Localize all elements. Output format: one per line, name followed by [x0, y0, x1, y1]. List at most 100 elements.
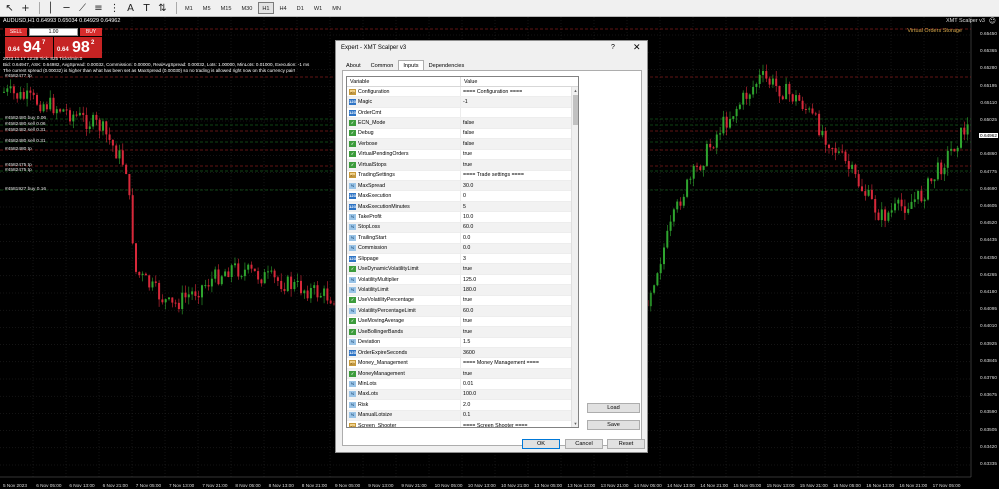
input-row[interactable]: ab Screen_Shooter ==== Screen Shooter ====	[347, 421, 578, 427]
input-value-cell[interactable]: ==== Screen Shooter ====	[461, 423, 528, 427]
buy-button[interactable]: BUY	[80, 28, 102, 36]
input-value-cell[interactable]: 180.0	[461, 287, 476, 293]
column-header-value[interactable]: Value	[461, 77, 477, 86]
sell-price-box[interactable]: 0.64 94 7	[5, 37, 53, 58]
input-value-cell[interactable]: 125.0	[461, 277, 476, 283]
timeframe-m5[interactable]: M5	[199, 2, 215, 14]
input-row[interactable]: 123 Magic -1	[347, 97, 578, 108]
input-value-cell[interactable]: 5	[461, 204, 466, 210]
cursor-arrow-icon[interactable]: ↖	[3, 2, 16, 15]
input-value-cell[interactable]: 60.0	[461, 224, 473, 230]
input-value-cell[interactable]: 0.0	[461, 235, 470, 241]
input-value-cell[interactable]: false	[461, 130, 474, 136]
input-value-cell[interactable]: 0.01	[461, 381, 473, 387]
input-row[interactable]: ✓ UseMovingAverage true	[347, 316, 578, 328]
input-value-cell[interactable]: 60.0	[461, 308, 473, 314]
arrows-tool-icon[interactable]: ⇅	[156, 2, 169, 15]
input-row[interactable]: ✓ UseVolatilityPercentage true	[347, 295, 578, 307]
scroll-down-icon[interactable]: ▼	[572, 420, 578, 427]
input-value-cell[interactable]: true	[461, 162, 472, 168]
input-value-cell[interactable]: true	[461, 318, 472, 324]
input-row[interactable]: ½ Commission 0.0	[347, 243, 578, 254]
ok-button[interactable]: OK	[522, 439, 560, 449]
input-value-cell[interactable]: false	[461, 141, 474, 147]
channel-icon[interactable]: ≡	[92, 2, 105, 15]
input-row[interactable]: ½ VolatilityMultiplier 125.0	[347, 274, 578, 286]
input-value-cell[interactable]: 3600	[461, 350, 475, 356]
label-tool-icon[interactable]: T	[140, 2, 153, 15]
input-row[interactable]: ab Configuration ==== Configuration ====	[347, 87, 578, 98]
input-value-cell[interactable]: true	[461, 297, 472, 303]
crosshair-icon[interactable]: +	[19, 2, 32, 15]
timeframe-d1[interactable]: D1	[293, 2, 308, 14]
input-row[interactable]: ½ StopLoss 60.0	[347, 222, 578, 234]
input-row[interactable]: ✓ VirtualStops true	[347, 160, 578, 171]
horizontal-line-icon[interactable]: ─	[60, 2, 73, 15]
input-value-cell[interactable]: true	[461, 371, 472, 377]
timeframe-h1[interactable]: H1	[258, 2, 274, 14]
tab-common[interactable]: Common	[366, 60, 399, 70]
input-row[interactable]: ½ MaxLots 100.0	[347, 389, 578, 401]
input-row[interactable]: 123 MaxExecutionMinutes 5	[347, 201, 578, 213]
input-row[interactable]: ✓ ECN_Mode false	[347, 118, 578, 129]
input-row[interactable]: ½ VolatilityPercentageLimit 60.0	[347, 306, 578, 317]
input-row[interactable]: 123 OrderCmt	[347, 107, 578, 119]
input-value-cell[interactable]: ==== Trade settings ====	[461, 172, 524, 178]
input-row[interactable]: ab Money_Management ==== Money Management …	[347, 358, 578, 369]
tab-dependencies[interactable]: Dependencies	[424, 60, 470, 70]
timeframe-mn[interactable]: MN	[328, 2, 345, 14]
fibonacci-icon[interactable]: ⋮	[108, 2, 121, 15]
scroll-thumb[interactable]	[573, 95, 578, 125]
input-value-cell[interactable]: 0.1	[461, 412, 470, 418]
smiley-face-icon[interactable]: ☺	[989, 17, 996, 25]
close-icon[interactable]: ✕	[633, 43, 641, 53]
tab-about[interactable]: About	[341, 60, 366, 70]
input-value-cell[interactable]: ==== Money Management ====	[461, 360, 539, 366]
input-row[interactable]: ½ Deviation 1.5	[347, 337, 578, 348]
input-value-cell[interactable]: 100.0	[461, 391, 476, 397]
input-value-cell[interactable]: 10.0	[461, 214, 473, 220]
input-row[interactable]: ½ Risk 2.0	[347, 400, 578, 411]
input-row[interactable]: ✓ Verbose false	[347, 139, 578, 150]
grid-scrollbar[interactable]: ▲ ▼	[571, 87, 578, 427]
input-row[interactable]: ✓ UseBollingerBands true	[347, 327, 578, 338]
input-row[interactable]: ✓ UseDynamicVolatilityLimit true	[347, 264, 578, 275]
input-value-cell[interactable]: 30.0	[461, 183, 473, 189]
input-row[interactable]: ½ TrailingStart 0.0	[347, 233, 578, 244]
scroll-up-icon[interactable]: ▲	[572, 87, 578, 94]
sell-button[interactable]: SELL	[5, 28, 27, 36]
load-button[interactable]: Load	[587, 403, 640, 413]
inputs-grid[interactable]: Variable Value ab Configuration ==== Confi…	[346, 76, 579, 428]
input-value-cell[interactable]: -1	[461, 99, 468, 105]
input-value-cell[interactable]: 0	[461, 193, 466, 199]
timeframe-h4[interactable]: H4	[276, 2, 291, 14]
input-row[interactable]: ½ MinLots 0.01	[347, 379, 578, 390]
input-row[interactable]: ½ ManualLotsize 0.1	[347, 410, 578, 421]
cancel-button[interactable]: Cancel	[565, 439, 603, 449]
input-value-cell[interactable]: true	[461, 266, 472, 272]
input-value-cell[interactable]: true	[461, 329, 472, 335]
lot-size-input[interactable]: 1.00	[29, 28, 78, 36]
input-value-cell[interactable]: 0.0	[461, 245, 470, 251]
input-row[interactable]: ✓ MoneyManagement true	[347, 368, 578, 380]
input-row[interactable]: 123 MaxExecution 0	[347, 191, 578, 202]
input-row[interactable]: ½ TakeProfit 10.0	[347, 212, 578, 223]
input-row[interactable]: ½ MaxSpread 30.0	[347, 180, 578, 192]
input-value-cell[interactable]: 1.5	[461, 339, 470, 345]
help-button[interactable]: ?	[611, 44, 615, 51]
input-row[interactable]: ✓ VirtualPendingOrders true	[347, 149, 578, 161]
save-button[interactable]: Save	[587, 420, 640, 430]
timeframe-m15[interactable]: M15	[217, 2, 236, 14]
timeframe-w1[interactable]: W1	[310, 2, 326, 14]
input-value-cell[interactable]: true	[461, 151, 472, 157]
input-value-cell[interactable]: ==== Configuration ====	[461, 89, 522, 95]
input-row[interactable]: 123 OrderExpireSeconds 3600	[347, 347, 578, 359]
input-row[interactable]: ½ VolatilityLimit 180.0	[347, 285, 578, 296]
input-row[interactable]: ab TradingSettings ==== Trade settings ===…	[347, 170, 578, 181]
input-value-cell[interactable]: 3	[461, 256, 466, 262]
trendline-icon[interactable]: ⟋	[76, 2, 89, 15]
timeframe-m30[interactable]: M30	[237, 2, 256, 14]
input-value-cell[interactable]: false	[461, 120, 474, 126]
input-row[interactable]: ✓ Debug false	[347, 128, 578, 140]
reset-button[interactable]: Reset	[607, 439, 645, 449]
